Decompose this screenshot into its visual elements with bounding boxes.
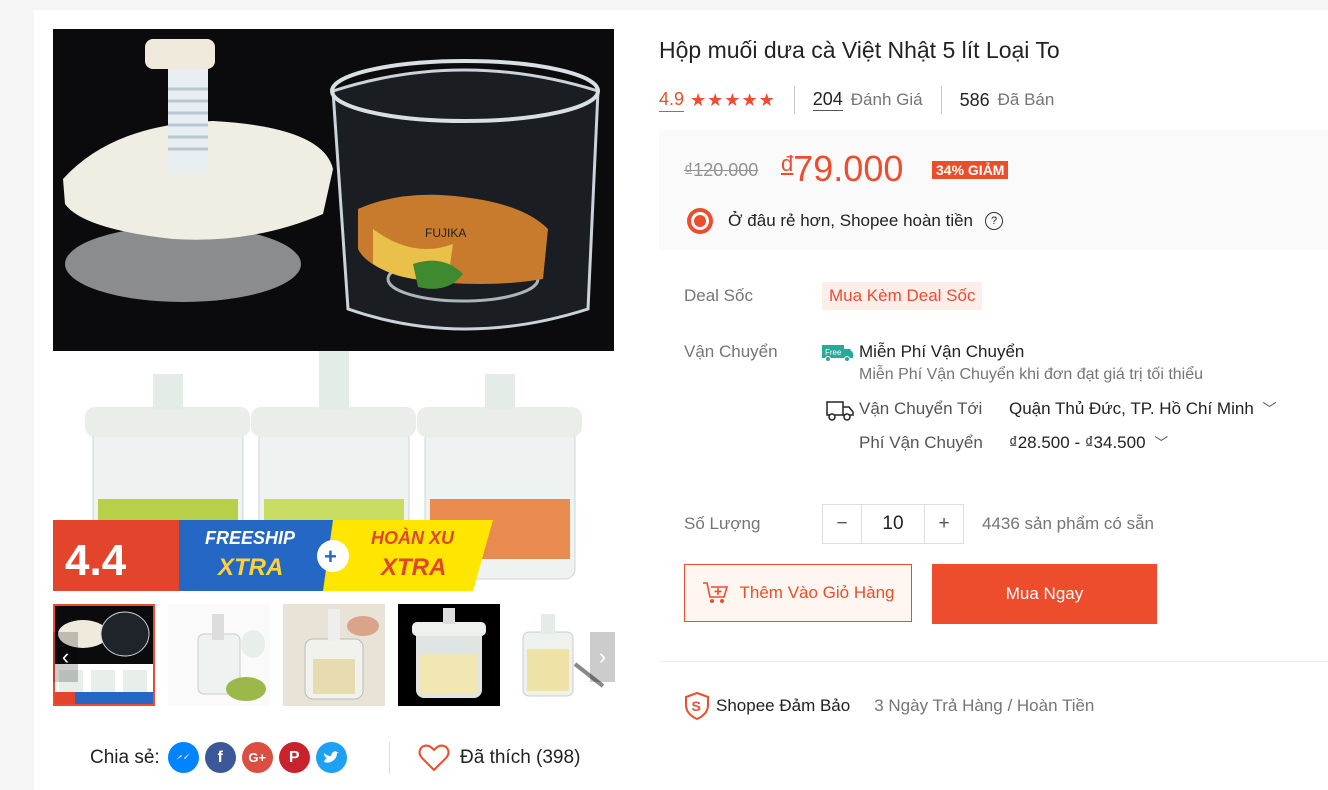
google-plus-icon[interactable]: G+ bbox=[241, 742, 273, 773]
banner-plus: + bbox=[324, 544, 337, 569]
product-stats: 4.9 ★★★★★ 204 Đánh Giá 586 Đã Bán bbox=[659, 86, 1054, 114]
ship-fee-dropdown[interactable]: ₫28.500 - ₫34.500 ﹀ bbox=[1009, 433, 1168, 453]
question-icon[interactable]: ? bbox=[985, 212, 1004, 230]
free-shipping-title: Miễn Phí Vận Chuyển bbox=[859, 342, 1025, 361]
banner-hoanxu: HOÀN XU bbox=[371, 527, 455, 548]
stats-divider bbox=[793, 86, 795, 114]
share-divider bbox=[389, 742, 390, 774]
price-currency: đ bbox=[781, 151, 794, 176]
current-price: đ79.000 bbox=[781, 148, 903, 190]
rating-stars-icon: ★★★★★ bbox=[690, 89, 776, 110]
reviews-count[interactable]: 204 bbox=[812, 89, 843, 111]
thumbnail-3[interactable] bbox=[283, 604, 385, 706]
quantity-increase-button[interactable]: + bbox=[925, 505, 963, 543]
quantity-decrease-button[interactable]: − bbox=[823, 505, 861, 543]
discount-badge: 34% GIẢM bbox=[932, 161, 1009, 179]
quantity-stepper: − 10 + bbox=[822, 504, 964, 544]
sold-label: Đã Bán bbox=[997, 90, 1055, 109]
price-guarantee[interactable]: Ở đâu rẻ hơn, Shopee hoàn tiền ? bbox=[684, 207, 1004, 235]
price-value: 79.000 bbox=[793, 148, 904, 189]
buy-now-button[interactable]: Mua Ngay bbox=[932, 564, 1157, 624]
free-shipping-desc: Miễn Phí Vận Chuyển khi đơn đạt giá trị … bbox=[859, 366, 1204, 383]
banner-freeship: FREESHIP bbox=[205, 528, 296, 548]
deal-tag[interactable]: Mua Kèm Deal Sốc bbox=[822, 282, 983, 310]
guarantee-text: Ở đâu rẻ hơn, Shopee hoàn tiền bbox=[728, 211, 974, 230]
quantity-input[interactable]: 10 bbox=[861, 505, 925, 543]
svg-text:S: S bbox=[692, 698, 701, 714]
chevron-right-icon: › bbox=[598, 644, 607, 669]
ship-to-value: Quận Thủ Đức, TP. Hồ Chí Minh bbox=[1009, 399, 1254, 418]
chevron-down-icon: ﹀ bbox=[1262, 401, 1277, 417]
shopee-guarantee-badge-icon bbox=[687, 208, 713, 234]
banner-xtra-2: XTRA bbox=[379, 554, 446, 581]
ship-to-label: Vận Chuyển Tới bbox=[859, 399, 983, 418]
stock-info: 4436 sản phẩm có sẵn bbox=[982, 514, 1155, 533]
assurance-desc: 3 Ngày Trả Hàng / Hoàn Tiền bbox=[874, 696, 1095, 715]
like-button[interactable]: Đã thích (398) bbox=[418, 744, 580, 772]
free-ship-truck-icon: Free bbox=[822, 344, 854, 362]
quantity-label: Số Lượng bbox=[684, 514, 761, 533]
thumbnail-prev-button[interactable]: ‹ bbox=[53, 632, 78, 682]
chevron-left-icon: ‹ bbox=[61, 644, 70, 669]
add-to-cart-label: Thêm Vào Giỏ Hàng bbox=[739, 583, 895, 602]
reviews-label: Đánh Giá bbox=[850, 90, 923, 109]
product-title: Hộp muối dưa cà Việt Nhật 5 lít Loại To bbox=[659, 37, 1060, 63]
sold-count: 586 bbox=[959, 89, 990, 110]
ship-to-dropdown[interactable]: Quận Thủ Đức, TP. Hồ Chí Minh ﹀ bbox=[1009, 399, 1277, 419]
thumbnail-strip: ‹ › bbox=[53, 604, 615, 706]
shipping-label: Vận Chuyển bbox=[684, 342, 778, 361]
original-price: ₫120.000 bbox=[684, 160, 759, 180]
shopee-assurance[interactable]: S Shopee Đảm Bảo 3 Ngày Trả Hàng / Hoàn … bbox=[684, 692, 1094, 720]
thumbnail-next-button[interactable]: › bbox=[590, 632, 615, 682]
share-bar: Chia sẻ: f G+ P bbox=[90, 742, 353, 773]
ship-fee-value: ₫28.500 - ₫34.500 bbox=[1009, 433, 1146, 452]
share-label: Chia sẻ: bbox=[90, 746, 160, 768]
assurance-title: Shopee Đảm Bảo bbox=[716, 696, 851, 715]
thumbnail-4[interactable] bbox=[398, 604, 500, 706]
heart-icon bbox=[418, 744, 450, 772]
stats-divider bbox=[940, 86, 942, 114]
twitter-icon[interactable] bbox=[315, 742, 347, 773]
rating-value[interactable]: 4.9 bbox=[659, 89, 685, 112]
section-divider bbox=[659, 661, 1328, 662]
deal-label: Deal Sốc bbox=[684, 286, 753, 305]
ship-fee-label: Phí Vận Chuyển bbox=[859, 433, 983, 452]
thumbnail-2[interactable] bbox=[168, 604, 270, 706]
truck-icon bbox=[826, 400, 854, 427]
free-badge-text: Free bbox=[825, 348, 842, 357]
pinterest-icon[interactable]: P bbox=[278, 742, 310, 773]
price-section: ₫120.000 đ79.000 34% GIẢM Ở đâu rẻ hơn, … bbox=[659, 130, 1328, 250]
add-to-cart-button[interactable]: Thêm Vào Giỏ Hàng bbox=[684, 564, 912, 622]
chevron-down-icon: ﹀ bbox=[1154, 435, 1169, 451]
like-label: Đã thích (398) bbox=[460, 747, 581, 768]
product-main-image[interactable]: FUJIKA 4.4 FREESHIP XTRA + HOÀN XU XTRA bbox=[53, 29, 614, 591]
cart-plus-icon bbox=[702, 582, 728, 603]
banner-xtra-1: XTRA bbox=[216, 554, 283, 581]
banner-sale: 4.4 bbox=[65, 536, 127, 585]
facebook-icon[interactable]: f bbox=[204, 742, 236, 773]
brand-text: FUJIKA bbox=[425, 226, 466, 240]
messenger-icon[interactable] bbox=[167, 742, 199, 773]
shield-icon: S bbox=[685, 692, 709, 720]
